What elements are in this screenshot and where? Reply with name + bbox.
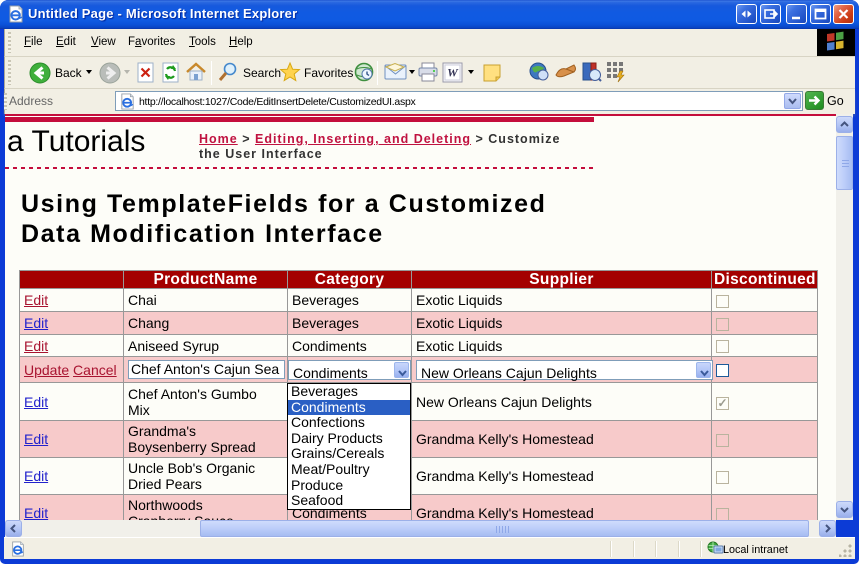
svg-text:W: W <box>447 66 459 80</box>
